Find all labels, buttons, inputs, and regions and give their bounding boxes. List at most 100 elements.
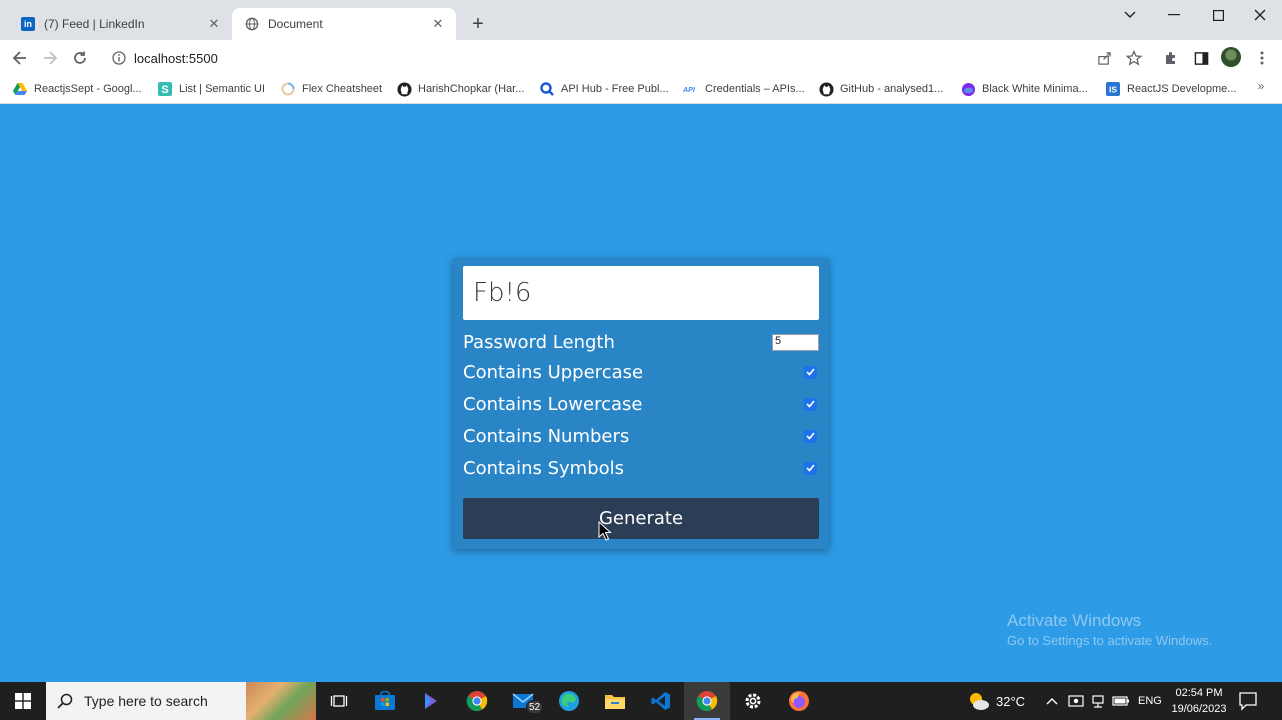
tab-document[interactable]: Document ✕ bbox=[232, 8, 456, 40]
numbers-checkbox[interactable] bbox=[804, 429, 817, 443]
activation-watermark: Activate Windows Go to Settings to activ… bbox=[1007, 611, 1212, 648]
reload-icon[interactable] bbox=[68, 46, 92, 70]
is-icon: IS bbox=[1105, 81, 1121, 97]
weather-sun-cloud-icon bbox=[970, 693, 989, 710]
address-bar[interactable]: localhost:5500 bbox=[102, 44, 1182, 72]
firefox-icon[interactable] bbox=[776, 682, 822, 720]
weather-widget[interactable]: 32°C bbox=[966, 682, 1025, 720]
windows-taskbar: Type here to search 52 32°C ENG 02:54 PM… bbox=[0, 682, 1282, 720]
lowercase-row: Contains Lowercase bbox=[463, 391, 819, 417]
language-indicator[interactable]: ENG bbox=[1138, 682, 1162, 720]
search-icon bbox=[56, 692, 74, 710]
tab-search-icon[interactable] bbox=[1108, 4, 1152, 26]
maximize-icon[interactable] bbox=[1196, 4, 1240, 26]
show-hidden-icons[interactable] bbox=[1046, 682, 1058, 720]
bookmark-item[interactable]: ReactjsSept - Googl... bbox=[12, 80, 142, 98]
bookmark-item[interactable]: Black White Minima... bbox=[960, 80, 1088, 98]
canva-icon bbox=[960, 81, 976, 97]
taskbar-clock[interactable]: 02:54 PM 19/06/2023 bbox=[1166, 685, 1232, 717]
notification-icon[interactable] bbox=[1238, 691, 1258, 711]
search-highlight-image bbox=[246, 682, 316, 720]
extensions-icon[interactable] bbox=[1159, 46, 1183, 70]
profile-avatar[interactable] bbox=[1221, 47, 1241, 67]
watermark-subtitle: Go to Settings to activate Windows. bbox=[1007, 633, 1213, 648]
length-label: Password Length bbox=[463, 331, 615, 353]
bookmark-label: Credentials – APIs... bbox=[705, 83, 805, 95]
svg-text:IS: IS bbox=[1109, 85, 1117, 95]
chrome-active-icon[interactable] bbox=[684, 682, 730, 720]
bookmark-label: List | Semantic UI bbox=[179, 83, 265, 95]
watermark-title: Activate Windows bbox=[1007, 611, 1142, 630]
password-generator-card: Fb!6 Password Length 5 Contains Uppercas… bbox=[453, 258, 829, 549]
close-window-icon[interactable] bbox=[1238, 4, 1282, 26]
share-icon[interactable] bbox=[1092, 46, 1116, 70]
search-placeholder: Type here to search bbox=[84, 693, 208, 709]
bookmark-item[interactable]: Flex Cheatsheet bbox=[280, 80, 382, 98]
vscode-icon[interactable] bbox=[638, 682, 684, 720]
github-icon bbox=[818, 81, 834, 97]
generate-button[interactable]: Generate bbox=[463, 498, 819, 539]
tray-network-icon[interactable] bbox=[1090, 682, 1106, 720]
uppercase-checkbox[interactable] bbox=[804, 365, 817, 379]
chrome-icon[interactable] bbox=[454, 682, 500, 720]
tab-close-icon[interactable]: ✕ bbox=[206, 16, 222, 32]
minimize-icon[interactable] bbox=[1152, 4, 1196, 26]
file-explorer-icon[interactable] bbox=[592, 682, 638, 720]
bookmark-item[interactable]: API Credentials – APIs... bbox=[683, 80, 805, 98]
info-icon[interactable] bbox=[110, 49, 128, 67]
tab-title: Document bbox=[268, 17, 323, 31]
bookmark-label: API Hub - Free Publ... bbox=[561, 83, 669, 95]
symbols-label: Contains Symbols bbox=[463, 457, 625, 479]
checkmark-icon bbox=[806, 400, 815, 408]
mail-icon[interactable]: 52 bbox=[500, 682, 546, 720]
bookmarks-bar: ReactjsSept - Googl... S List | Semantic… bbox=[0, 75, 1282, 104]
uppercase-row: Contains Uppercase bbox=[463, 359, 819, 385]
microsoft-store-icon[interactable] bbox=[362, 682, 408, 720]
back-arrow-icon[interactable] bbox=[8, 46, 32, 70]
bookmark-label: ReactJS Developme... bbox=[1127, 83, 1237, 95]
browser-tab-strip: in (7) Feed | LinkedIn ✕ Document ✕ + bbox=[0, 0, 1282, 40]
tab-linkedin[interactable]: in (7) Feed | LinkedIn ✕ bbox=[8, 8, 232, 40]
linkedin-icon: in bbox=[20, 16, 36, 32]
svg-text:API: API bbox=[683, 86, 696, 94]
tray-meet-icon[interactable] bbox=[1068, 682, 1084, 720]
bookmark-item[interactable]: IS ReactJS Developme... bbox=[1105, 80, 1236, 98]
mouse-cursor-icon bbox=[598, 521, 612, 541]
clock-date: 19/06/2023 bbox=[1171, 703, 1227, 715]
bookmark-item[interactable]: HarishChopkar (Har... bbox=[396, 80, 524, 98]
tab-close-icon[interactable]: ✕ bbox=[430, 16, 446, 32]
bookmark-label: Black White Minima... bbox=[982, 83, 1088, 95]
checkmark-icon bbox=[806, 464, 815, 472]
settings-gear-icon[interactable] bbox=[730, 682, 776, 720]
mail-badge: 52 bbox=[526, 700, 544, 714]
copilot-icon[interactable] bbox=[408, 682, 454, 720]
bookmark-label: Flex Cheatsheet bbox=[302, 83, 383, 95]
api-hub-icon bbox=[539, 81, 555, 97]
password-output[interactable]: Fb!6 bbox=[463, 266, 819, 320]
symbols-checkbox[interactable] bbox=[804, 461, 817, 475]
bookmark-item[interactable]: GitHub - analysed1... bbox=[818, 80, 943, 98]
taskbar-search-box[interactable]: Type here to search bbox=[46, 682, 316, 720]
length-input[interactable]: 5 bbox=[772, 333, 819, 351]
menu-icon[interactable] bbox=[1250, 46, 1274, 70]
weather-temp: 32°C bbox=[996, 693, 1026, 709]
windows-start-icon[interactable] bbox=[0, 682, 46, 720]
flex-icon bbox=[280, 81, 296, 97]
edge-icon[interactable] bbox=[546, 682, 592, 720]
side-panel-icon[interactable] bbox=[1189, 46, 1213, 70]
symbols-row: Contains Symbols bbox=[463, 455, 819, 481]
task-view-icon[interactable] bbox=[316, 682, 362, 720]
bookmarks-overflow-icon[interactable]: » bbox=[1252, 79, 1270, 97]
new-tab-button[interactable]: + bbox=[466, 13, 490, 37]
tray-battery-icon[interactable] bbox=[1112, 682, 1130, 720]
lowercase-checkbox[interactable] bbox=[804, 397, 817, 411]
bookmark-item[interactable]: API Hub - Free Publ... bbox=[539, 80, 669, 98]
lowercase-label: Contains Lowercase bbox=[463, 393, 643, 415]
forward-arrow-icon[interactable] bbox=[38, 46, 62, 70]
url-text: localhost:5500 bbox=[134, 50, 218, 66]
bookmark-item[interactable]: S List | Semantic UI bbox=[157, 80, 265, 98]
api-icon: API bbox=[683, 81, 699, 97]
bookmark-star-icon[interactable] bbox=[1122, 46, 1146, 70]
semantic-ui-icon: S bbox=[157, 81, 173, 97]
checkmark-icon bbox=[806, 432, 815, 440]
